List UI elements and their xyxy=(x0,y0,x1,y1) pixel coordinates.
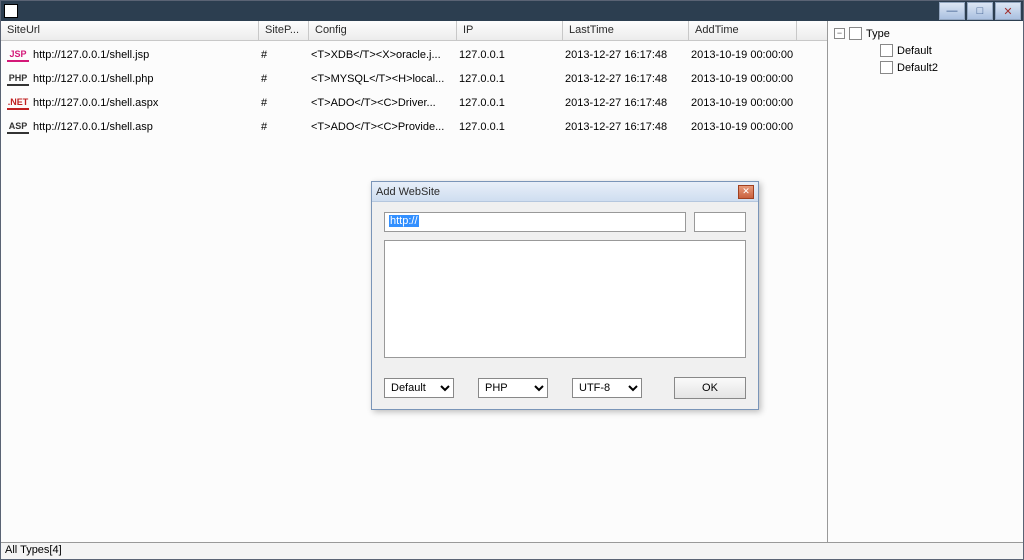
dialog-pass-input[interactable] xyxy=(694,212,746,232)
row-addtime: 2013-10-19 00:00:00 xyxy=(689,73,797,85)
table-row[interactable]: JSP http://127.0.0.1/shell.jsp #<T>XDB</T>… xyxy=(1,43,827,67)
dialog-type-select[interactable]: Default xyxy=(384,378,454,398)
list-header: SiteUrl SiteP... Config IP LastTime AddT… xyxy=(1,21,827,41)
row-addtime: 2013-10-19 00:00:00 xyxy=(689,121,797,133)
row-lasttime: 2013-12-27 16:17:48 xyxy=(563,73,689,85)
col-lasttime[interactable]: LastTime xyxy=(563,21,689,40)
row-config: <T>ADO</T><C>Provide... xyxy=(309,121,457,133)
row-sitep: # xyxy=(259,97,309,109)
row-lasttime: 2013-12-27 16:17:48 xyxy=(563,97,689,109)
row-config: <T>ADO</T><C>Driver... xyxy=(309,97,457,109)
row-sitep: # xyxy=(259,121,309,133)
minimize-button[interactable]: — xyxy=(939,2,965,20)
table-row[interactable]: .NET http://127.0.0.1/shell.aspx #<T>ADO</… xyxy=(1,91,827,115)
row-ip: 127.0.0.1 xyxy=(457,97,563,109)
col-siteurl[interactable]: SiteUrl xyxy=(1,21,259,40)
close-button[interactable]: ✕ xyxy=(995,2,1021,20)
row-config: <T>MYSQL</T><H>local... xyxy=(309,73,457,85)
row-url: http://127.0.0.1/shell.jsp xyxy=(33,49,149,61)
lang-badge-icon: ASP xyxy=(7,120,29,134)
row-sitep: # xyxy=(259,49,309,61)
row-ip: 127.0.0.1 xyxy=(457,49,563,61)
checkbox-icon[interactable] xyxy=(849,27,862,40)
col-sitep[interactable]: SiteP... xyxy=(259,21,309,40)
window-titlebar: — □ ✕ xyxy=(1,1,1023,21)
row-lasttime: 2013-12-27 16:17:48 xyxy=(563,49,689,61)
row-sitep: # xyxy=(259,73,309,85)
dialog-encoding-select[interactable]: UTF-8 xyxy=(572,378,642,398)
status-bar: All Types[4] xyxy=(1,542,1023,559)
lang-badge-icon: PHP xyxy=(7,72,29,86)
checkbox-icon[interactable] xyxy=(880,61,893,74)
table-row[interactable]: ASP http://127.0.0.1/shell.asp #<T>ADO</T>… xyxy=(1,115,827,139)
tree-root[interactable]: − Type xyxy=(834,27,1017,40)
tree-child-label: Default2 xyxy=(897,62,938,74)
dialog-titlebar[interactable]: Add WebSite ✕ xyxy=(372,182,758,202)
lang-badge-icon: JSP xyxy=(7,48,29,62)
tree-child-label: Default xyxy=(897,45,932,57)
tree-child[interactable]: Default xyxy=(880,44,1017,57)
add-website-dialog: Add WebSite ✕ http:// Default PHP xyxy=(371,181,759,410)
row-url: http://127.0.0.1/shell.aspx xyxy=(33,97,158,109)
lang-badge-icon: .NET xyxy=(7,96,29,110)
maximize-button[interactable]: □ xyxy=(967,2,993,20)
row-ip: 127.0.0.1 xyxy=(457,73,563,85)
table-row[interactable]: PHP http://127.0.0.1/shell.php #<T>MYSQL</… xyxy=(1,67,827,91)
dialog-ok-button[interactable]: OK xyxy=(674,377,746,399)
tree-child[interactable]: Default2 xyxy=(880,61,1017,74)
checkbox-icon[interactable] xyxy=(880,44,893,57)
app-icon xyxy=(4,4,18,18)
status-text: All Types[4] xyxy=(5,544,62,556)
list-body: JSPhttp://127.0.0.1/shell.jsp#<T>XDB</T>… xyxy=(1,41,827,139)
dialog-url-input[interactable]: http:// xyxy=(384,212,686,232)
row-addtime: 2013-10-19 00:00:00 xyxy=(689,49,797,61)
site-list-pane: SiteUrl SiteP... Config IP LastTime AddT… xyxy=(1,21,828,542)
dialog-config-textarea[interactable] xyxy=(384,240,746,358)
row-url: http://127.0.0.1/shell.asp xyxy=(33,121,153,133)
row-addtime: 2013-10-19 00:00:00 xyxy=(689,97,797,109)
row-lasttime: 2013-12-27 16:17:48 xyxy=(563,121,689,133)
col-ip[interactable]: IP xyxy=(457,21,563,40)
row-ip: 127.0.0.1 xyxy=(457,121,563,133)
window-controls: — □ ✕ xyxy=(939,2,1023,20)
type-tree-pane: − Type Default Default2 xyxy=(828,21,1023,542)
collapse-icon[interactable]: − xyxy=(834,28,845,39)
dialog-lang-select[interactable]: PHP xyxy=(478,378,548,398)
row-url: http://127.0.0.1/shell.php xyxy=(33,73,153,85)
col-addtime[interactable]: AddTime xyxy=(689,21,797,40)
tree-root-label: Type xyxy=(866,28,890,40)
dialog-close-button[interactable]: ✕ xyxy=(738,185,754,199)
row-config: <T>XDB</T><X>oracle.j... xyxy=(309,49,457,61)
col-config[interactable]: Config xyxy=(309,21,457,40)
dialog-title-text: Add WebSite xyxy=(376,186,440,198)
